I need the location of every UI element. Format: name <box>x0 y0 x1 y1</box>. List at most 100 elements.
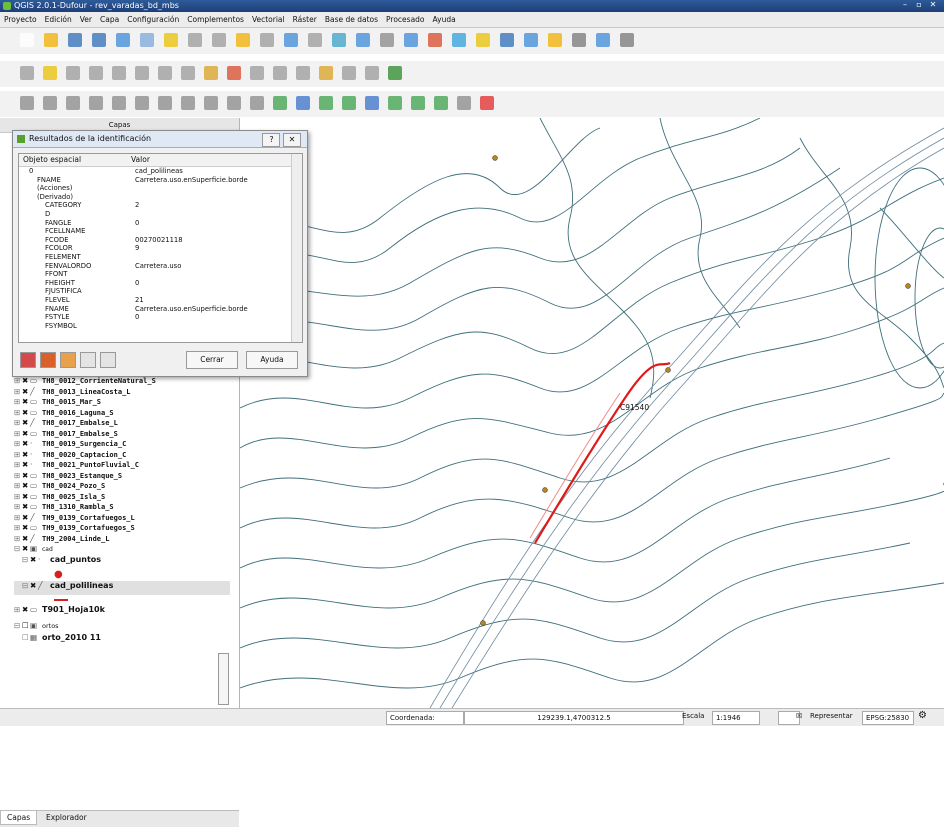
menu-item-6[interactable]: Vectorial <box>248 12 289 27</box>
layer-item[interactable]: ⊞ ✖ ▭ TH8_0025_Isla_S <box>14 492 230 503</box>
close-button-ident[interactable]: Cerrar <box>186 351 238 369</box>
tb2-tool-icon-3[interactable] <box>89 66 103 80</box>
layer-visibility-checkbox[interactable]: ✖ <box>22 492 30 501</box>
tb3-tool-icon-16[interactable] <box>388 96 402 110</box>
copy-icon[interactable] <box>80 352 96 368</box>
layer-item[interactable]: ⊞ ✖ ╱ TH9_2004_Linde_L <box>14 534 230 545</box>
layer-group-ortos[interactable]: ⊟ ☐▣ ortos <box>14 621 230 633</box>
tb1-tool-icon-24[interactable] <box>596 33 610 47</box>
tb2-tool-icon-2[interactable] <box>66 66 80 80</box>
tb2-tool-icon-14[interactable] <box>342 66 356 80</box>
tb2-tool-icon-1[interactable] <box>43 66 57 80</box>
tb3-tool-icon-18[interactable] <box>434 96 448 110</box>
expand-icon[interactable]: ⊞ <box>14 492 22 501</box>
identify-row[interactable]: FCOLOR 9 <box>19 244 302 253</box>
layer-item[interactable]: ⊞ ✖ ╱ TH8_0013_LineaCosta_L <box>14 387 230 398</box>
tb1-tool-icon-20[interactable] <box>500 33 514 47</box>
identify-row[interactable]: FJUSTIFICA <box>19 287 302 296</box>
tb3-tool-icon-11[interactable] <box>273 96 287 110</box>
tb2-tool-icon-10[interactable] <box>250 66 264 80</box>
tb1-tool-icon-11[interactable] <box>284 33 298 47</box>
layer-visibility-checkbox[interactable]: ✖ <box>22 534 30 543</box>
layer-item-t901[interactable]: ⊞ ✖ ▭ T901_Hoja10k <box>14 605 230 621</box>
tb2-tool-icon-16[interactable] <box>388 66 402 80</box>
tb1-tool-icon-21[interactable] <box>524 33 538 47</box>
layer-visibility-checkbox[interactable]: ✖ <box>22 439 30 448</box>
tb1-tool-icon-9[interactable] <box>236 33 250 47</box>
tb1-tool-icon-1[interactable] <box>44 33 58 47</box>
layer-item[interactable]: ⊞ ✖ · TH8_0021_PuntoFluvial_C <box>14 460 230 471</box>
layer-visibility-checkbox[interactable]: ✖ <box>22 513 30 522</box>
print-icon[interactable] <box>100 352 116 368</box>
tb3-tool-icon-12[interactable] <box>296 96 310 110</box>
tb3-tool-icon-3[interactable] <box>89 96 103 110</box>
layer-item[interactable]: ⊞ ✖ · TH8_0020_Captacion_C <box>14 450 230 461</box>
layer-item-cad-lines[interactable]: ⊟ ✖ ╱ cad_polilineas <box>14 580 230 595</box>
identify-row[interactable]: FNAME Carretera.uso.enSuperficie.borde <box>19 176 302 185</box>
tb1-tool-icon-22[interactable] <box>548 33 562 47</box>
render-checkbox[interactable]: ☒ <box>796 712 802 720</box>
layer-item-orto[interactable]: ☐▦ orto_2010 11 <box>14 633 230 644</box>
tb3-tool-icon-7[interactable] <box>181 96 195 110</box>
tb3-tool-icon-0[interactable] <box>20 96 34 110</box>
identify-row[interactable]: D <box>19 210 302 219</box>
tb1-tool-icon-2[interactable] <box>68 33 82 47</box>
menu-item-2[interactable]: Ver <box>76 12 96 27</box>
expand-all-icon[interactable] <box>20 352 36 368</box>
layer-item[interactable]: ⊞ ✖ · TH8_0019_Surgencia_C <box>14 439 230 450</box>
layer-visibility-checkbox[interactable]: ✖ <box>22 471 30 480</box>
layer-visibility-checkbox[interactable]: ✖ <box>22 408 30 417</box>
tb1-tool-icon-25[interactable] <box>620 33 634 47</box>
tb2-tool-icon-12[interactable] <box>296 66 310 80</box>
tb2-tool-icon-11[interactable] <box>273 66 287 80</box>
tb2-tool-icon-9[interactable] <box>227 66 241 80</box>
tab-browser[interactable]: Explorador <box>40 811 93 824</box>
tb3-tool-icon-9[interactable] <box>227 96 241 110</box>
expand-icon[interactable]: ⊞ <box>14 429 22 438</box>
layer-item[interactable]: ⊞ ✖ ▭ TH9_0139_Cortafuegos_S <box>14 523 230 534</box>
expand-icon[interactable]: ⊞ <box>14 376 22 385</box>
expand-icon[interactable]: ⊞ <box>14 513 22 522</box>
menu-item-5[interactable]: Complementos <box>183 12 248 27</box>
tb3-tool-icon-19[interactable] <box>457 96 471 110</box>
expand-icon[interactable]: ⊞ <box>14 387 22 396</box>
layer-visibility-checkbox[interactable]: ✖ <box>22 502 30 511</box>
layer-symbol[interactable]: ● <box>14 569 230 581</box>
layer-symbol[interactable] <box>14 595 230 605</box>
tb3-tool-icon-2[interactable] <box>66 96 80 110</box>
tb3-tool-icon-14[interactable] <box>342 96 356 110</box>
tab-layers[interactable]: Capas <box>0 811 38 825</box>
tb2-tool-icon-13[interactable] <box>319 66 333 80</box>
menu-item-7[interactable]: Ráster <box>289 12 321 27</box>
expand-icon[interactable]: ⊞ <box>14 439 22 448</box>
layer-visibility-checkbox[interactable]: ✖ <box>22 523 30 532</box>
coord-value[interactable]: 129239.1,4700312.5 <box>464 711 684 725</box>
identify-row[interactable]: FNAME Carretera.uso.enSuperficie.borde <box>19 305 302 314</box>
tb3-tool-icon-20[interactable] <box>480 96 494 110</box>
identify-row[interactable]: FHEIGHT 0 <box>19 279 302 288</box>
layer-item[interactable]: ⊞ ✖ ▭ TH8_0024_Pozo_S <box>14 481 230 492</box>
identify-row[interactable]: FELEMENT <box>19 253 302 262</box>
menu-item-8[interactable]: Base de datos <box>321 12 382 27</box>
identify-row[interactable]: FCELLNAME <box>19 227 302 236</box>
expand-new-icon[interactable] <box>60 352 76 368</box>
tb3-tool-icon-17[interactable] <box>411 96 425 110</box>
tb3-tool-icon-1[interactable] <box>43 96 57 110</box>
expand-icon[interactable]: ⊞ <box>14 471 22 480</box>
maximize-button[interactable]: ▫ <box>912 0 926 9</box>
tb1-tool-icon-18[interactable] <box>452 33 466 47</box>
help-button-ident[interactable]: Ayuda <box>246 351 298 369</box>
expand-icon[interactable]: ⊞ <box>14 481 22 490</box>
expand-icon[interactable]: ⊞ <box>14 408 22 417</box>
tb3-tool-icon-4[interactable] <box>112 96 126 110</box>
identify-results-table[interactable]: Objeto espacial Valor 0 cad_polilineas FNA… <box>18 153 303 343</box>
layer-item-cad-points[interactable]: ⊟ ✖ · cad_puntos <box>14 555 230 569</box>
collapse-all-icon[interactable] <box>40 352 56 368</box>
identify-row[interactable]: FLEVEL 21 <box>19 296 302 305</box>
crs-button[interactable]: EPSG:25830 <box>862 711 914 725</box>
tb3-tool-icon-6[interactable] <box>158 96 172 110</box>
tb1-tool-icon-6[interactable] <box>164 33 178 47</box>
tb3-tool-icon-13[interactable] <box>319 96 333 110</box>
layer-visibility-checkbox[interactable]: ✖ <box>22 460 30 469</box>
coord-label[interactable]: Coordenada: <box>386 711 464 725</box>
